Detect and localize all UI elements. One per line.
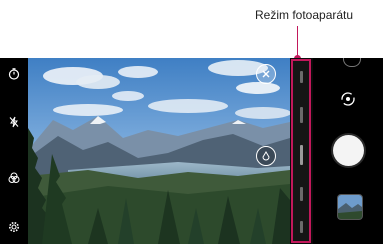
camera-viewfinder[interactable] (28, 58, 290, 244)
camera-screen (0, 58, 383, 244)
camera-mode-strip[interactable] (291, 59, 311, 243)
flash-off-icon[interactable] (6, 114, 22, 130)
switch-camera-icon[interactable] (336, 87, 360, 111)
mode-item[interactable] (300, 71, 303, 83)
mode-item[interactable] (300, 145, 303, 165)
focus-lock-icon[interactable] (256, 146, 276, 166)
mode-item[interactable] (300, 107, 303, 123)
filter-icon[interactable] (6, 170, 22, 186)
landscape-preview (28, 58, 290, 244)
right-control-panel (313, 58, 383, 244)
close-icon[interactable] (256, 64, 276, 84)
mode-item[interactable] (300, 187, 303, 201)
camera-mode-label: Režim fotoaparátu (255, 8, 354, 22)
top-handle (343, 58, 361, 67)
settings-icon[interactable] (6, 219, 22, 235)
timer-icon[interactable] (6, 66, 22, 82)
gallery-thumbnail[interactable] (337, 194, 363, 220)
shutter-button[interactable] (333, 135, 364, 166)
mode-item[interactable] (300, 221, 303, 233)
left-toolbar (0, 58, 28, 244)
